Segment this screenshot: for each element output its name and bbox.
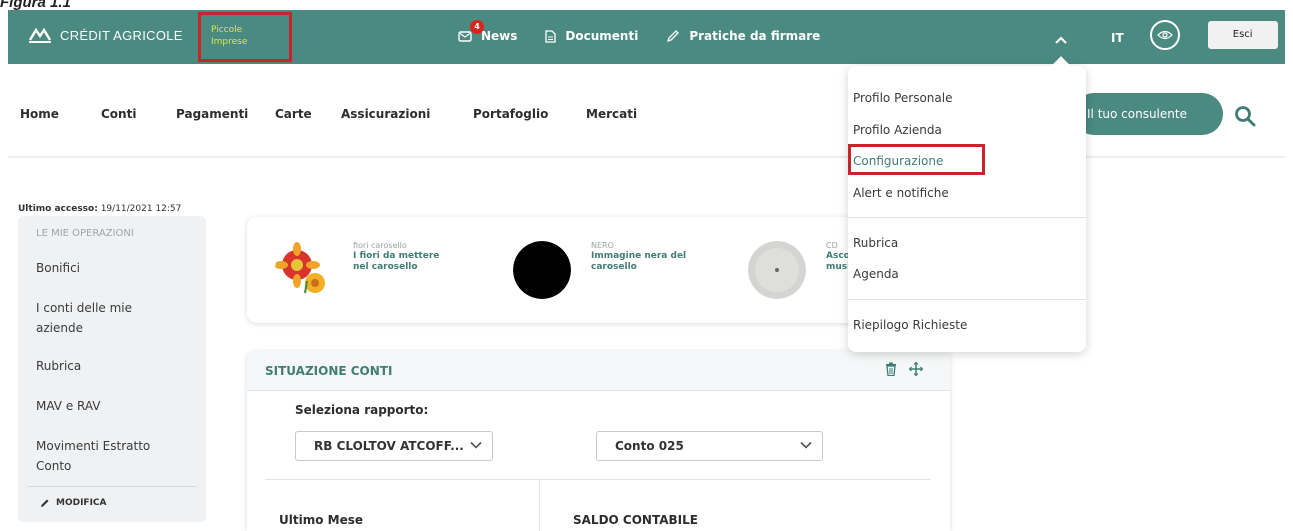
sign-documents-label: Pratiche da firmare — [689, 29, 821, 43]
carousel-subtitle: NERO — [591, 241, 614, 250]
top-right-controls: IT Esci — [1055, 20, 1278, 50]
nav-item-conti[interactable]: Conti — [101, 107, 176, 121]
privacy-eye-button[interactable] — [1149, 20, 1180, 50]
news-count-badge: 4 — [470, 20, 484, 34]
menu-item-agenda[interactable]: Agenda — [853, 266, 899, 282]
language-selector[interactable]: IT — [1111, 31, 1124, 45]
configurazione-highlight — [848, 144, 985, 175]
sidebar-item-movimenti[interactable]: Movimenti Estratto Conto — [36, 436, 176, 476]
sidebar-item-rubrica[interactable]: Rubrica — [36, 356, 186, 376]
select-relation-label: Seleziona rapporto: — [295, 403, 429, 417]
sidebar-edit-label: MODIFICA — [56, 498, 107, 508]
nav-item-home[interactable]: Home — [20, 107, 101, 121]
sidebar-item-mav-rav[interactable]: MAV e RAV — [36, 396, 186, 416]
last-month-label: Ultimo Mese — [279, 513, 363, 527]
menu-item-riepilogo-richieste[interactable]: Riepilogo Richieste — [853, 317, 967, 333]
nav-item-assicurazioni[interactable]: Assicurazioni — [341, 107, 473, 121]
sign-documents-link[interactable]: Pratiche da firmare — [666, 29, 820, 43]
relation-select[interactable]: RB CLOLTOV ATCOFF... — [295, 431, 493, 461]
last-access: Ultimo accesso: 19/11/2021 12:57 — [18, 204, 181, 214]
carousel-title: Immagine nera del carosello — [591, 251, 687, 272]
documents-link[interactable]: Documenti — [545, 29, 638, 43]
accounts-widget-title: SITUAZIONE CONTI — [265, 364, 393, 378]
account-select-value: Conto 025 — [615, 439, 684, 453]
accounts-widget-actions — [885, 362, 923, 376]
segment-line-1: Piccole — [211, 25, 243, 35]
segment-selector[interactable]: Piccole Imprese — [198, 12, 292, 62]
sidebar-title: LE MIE OPERAZIONI — [36, 228, 134, 239]
segment-label: Piccole Imprese — [211, 24, 247, 48]
sidebar-divider — [28, 486, 196, 487]
document-icon — [545, 29, 557, 43]
carousel-subtitle: fiori carosello — [353, 241, 407, 250]
consultant-button[interactable]: Il tuo consulente — [1073, 93, 1223, 135]
sidebar-edit-button[interactable]: MODIFICA — [40, 498, 107, 508]
account-select[interactable]: Conto 025 — [596, 431, 823, 461]
brand-name: CRÉDIT AGRICOLE — [60, 27, 183, 43]
pencil-icon — [41, 499, 49, 507]
segment-line-2: Imprese — [211, 37, 248, 47]
accounts-widget: SITUAZIONE CONTI Seleziona rapporto: RB … — [247, 351, 950, 531]
move-icon[interactable] — [909, 362, 923, 376]
relation-select-value: RB CLOLTOV ATCOFF... — [314, 439, 464, 453]
eye-icon — [1156, 30, 1173, 40]
top-navigation: 4 News Documenti Pratiche da firmare — [458, 20, 820, 43]
accounts-widget-header: SITUAZIONE CONTI — [247, 351, 950, 391]
menu-item-alert-notifiche[interactable]: Alert e notifiche — [853, 185, 949, 201]
main-navigation: Home Conti Pagamenti Carte Assicurazioni… — [20, 107, 637, 121]
accounts-divider — [265, 479, 931, 480]
top-bar: CRÉDIT AGRICOLE Piccole Imprese 4 News D… — [8, 10, 1285, 64]
last-access-value: 19/11/2021 12:57 — [100, 204, 182, 214]
carousel-text: NERO Immagine nera del carosello — [591, 241, 691, 273]
news-link[interactable]: 4 News — [458, 20, 518, 43]
envelope-icon — [458, 30, 472, 42]
profile-dropdown-menu: Profilo Personale Profilo Azienda Config… — [848, 56, 1086, 352]
logout-button[interactable]: Esci — [1207, 21, 1278, 49]
chevron-down-icon — [470, 441, 482, 449]
accounts-column-divider — [539, 480, 540, 531]
nav-item-carte[interactable]: Carte — [275, 107, 341, 121]
menu-divider — [848, 299, 1086, 300]
nav-item-portafoglio[interactable]: Portafoglio — [473, 107, 586, 121]
sidebar-item-conti-aziende[interactable]: I conti delle mie aziende — [36, 298, 166, 338]
carousel-text: fiori carosello I fiori da mettere nel c… — [353, 241, 453, 273]
trash-icon[interactable] — [885, 362, 897, 376]
carousel-item-flowers[interactable]: fiori carosello I fiori da mettere nel c… — [275, 241, 453, 299]
nav-divider — [8, 156, 1285, 158]
carousel-title: I fiori da mettere nel carosello — [353, 251, 440, 272]
operations-sidebar: LE MIE OPERAZIONI Bonifici I conti delle… — [18, 216, 206, 522]
menu-item-profilo-azienda[interactable]: Profilo Azienda — [853, 122, 942, 138]
menu-item-rubrica[interactable]: Rubrica — [853, 235, 898, 251]
brand-logo[interactable]: CRÉDIT AGRICOLE — [28, 26, 183, 44]
black-circle-image-icon — [513, 241, 571, 299]
search-button[interactable] — [1233, 104, 1257, 132]
sidebar-item-bonifici[interactable]: Bonifici — [36, 258, 186, 278]
nav-item-pagamenti[interactable]: Pagamenti — [176, 107, 275, 121]
cd-image-icon — [748, 241, 806, 299]
documents-label: Documenti — [565, 29, 639, 43]
news-label: News — [481, 29, 518, 43]
chevron-up-icon[interactable] — [1055, 33, 1067, 45]
pen-icon — [667, 30, 680, 43]
chevron-down-icon — [800, 441, 812, 449]
balance-label: SALDO CONTABILE — [573, 513, 698, 527]
menu-item-profilo-personale[interactable]: Profilo Personale — [853, 90, 952, 106]
credit-agricole-logo-icon — [28, 27, 52, 43]
search-icon — [1235, 106, 1256, 127]
carousel-item-black[interactable]: NERO Immagine nera del carosello — [513, 241, 691, 299]
carousel-card: fiori carosello I fiori da mettere nel c… — [247, 217, 950, 323]
carousel-item-cd[interactable]: CD Asco musi — [748, 241, 856, 299]
menu-divider — [848, 217, 1086, 218]
nav-item-mercati[interactable]: Mercati — [586, 107, 637, 121]
flowers-image-icon — [275, 242, 325, 294]
last-access-label: Ultimo accesso: — [18, 204, 98, 214]
